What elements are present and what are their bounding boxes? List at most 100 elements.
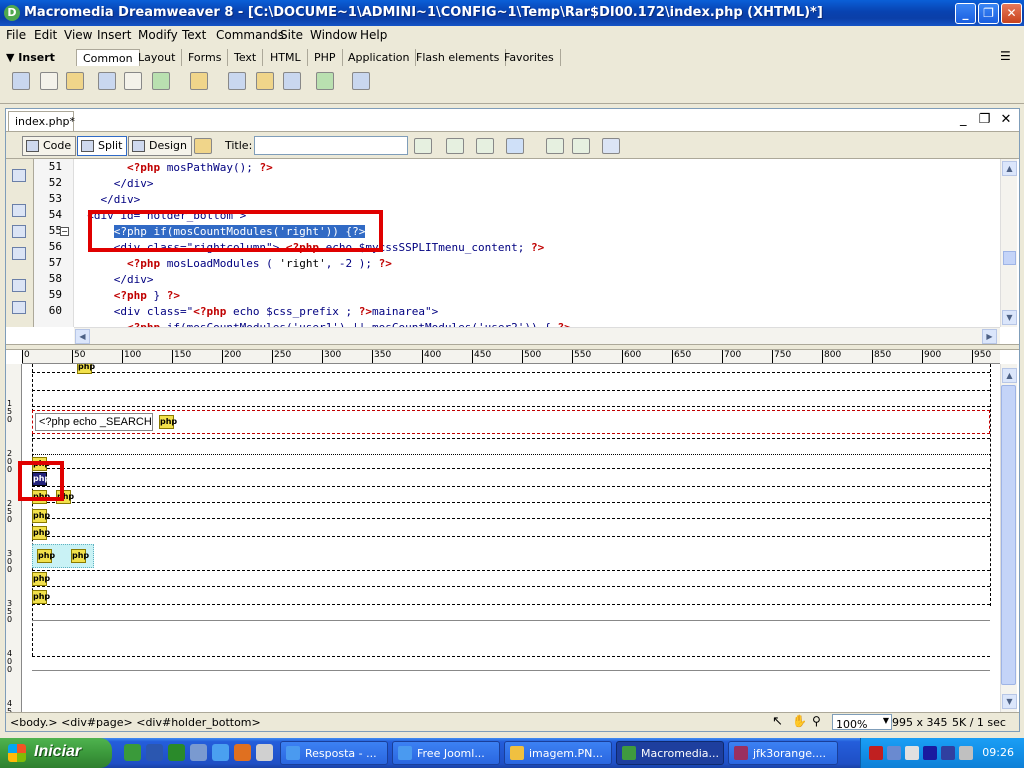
zoom-tool-icon[interactable]: ⚲: [812, 714, 821, 728]
refresh-design-view-icon[interactable]: [476, 138, 494, 154]
tab-text[interactable]: Text: [228, 49, 264, 66]
doc-close-icon[interactable]: ✕: [1000, 112, 1011, 127]
task-imagem[interactable]: imagem.PN...: [504, 741, 612, 765]
menu-view[interactable]: View: [64, 28, 92, 42]
search-input[interactable]: <?php echo _SEARCH: [35, 413, 153, 431]
php-code-icon[interactable]: php: [32, 526, 50, 540]
php-code-icon[interactable]: php: [32, 590, 50, 604]
tab-php[interactable]: PHP: [308, 49, 343, 66]
design-scroll-thumb[interactable]: [1001, 385, 1016, 685]
expand-all-icon[interactable]: [12, 247, 26, 260]
quicklaunch-icon[interactable]: [124, 744, 141, 761]
window-size[interactable]: 995 x 345: [892, 716, 948, 729]
view-options-icon[interactable]: [572, 138, 590, 154]
balance-braces-icon[interactable]: [12, 301, 26, 314]
named-anchor-icon[interactable]: [66, 72, 84, 90]
pointer-tool-icon[interactable]: ↖: [772, 714, 783, 729]
tab-flash-elements[interactable]: Flash elements: [410, 49, 507, 66]
quicklaunch-icon[interactable]: [190, 744, 207, 761]
server-side-include-icon[interactable]: [256, 72, 274, 90]
insert-panel-title[interactable]: ▼ Insert: [6, 51, 55, 64]
media-player-icon[interactable]: [923, 746, 937, 760]
code-horizontal-scrollbar[interactable]: ◀ ▶: [74, 327, 1000, 344]
document-tab[interactable]: index.php*: [8, 111, 75, 131]
php-code-icon[interactable]: php: [77, 364, 95, 374]
minimize-button[interactable]: _: [955, 3, 976, 24]
collapse-toggle-icon[interactable]: −: [60, 227, 69, 236]
open-documents-icon[interactable]: [12, 169, 26, 182]
excel-icon[interactable]: [168, 744, 185, 761]
doc-minimize-icon[interactable]: _: [960, 112, 967, 127]
zoom-select[interactable]: 100% ▼: [832, 714, 892, 731]
restore-button[interactable]: ❐: [978, 3, 999, 24]
search-module-row[interactable]: <?php echo _SEARCH php: [32, 410, 990, 434]
php-code-icon[interactable]: php: [159, 415, 177, 429]
split-view-button[interactable]: Split: [77, 136, 128, 156]
code-vertical-scrollbar[interactable]: ▲ ▼: [1000, 159, 1017, 327]
menu-edit[interactable]: Edit: [34, 28, 57, 42]
dreamweaver-app-icon[interactable]: D: [4, 5, 20, 21]
code-line[interactable]: <?php mosPathWay(); ?>: [74, 160, 273, 176]
task-jfk3orange[interactable]: jfk3orange....: [728, 741, 838, 765]
tab-favorites[interactable]: Favorites: [498, 49, 561, 66]
validate-markup-icon[interactable]: [506, 138, 524, 154]
task-free-joomla[interactable]: Free Jooml...: [392, 741, 500, 765]
hyperlink-icon[interactable]: [12, 72, 30, 90]
live-data-icon[interactable]: [194, 138, 212, 154]
collapse-selection-icon[interactable]: [12, 225, 26, 238]
doc-restore-icon[interactable]: ❐: [979, 112, 991, 127]
scroll-up-icon[interactable]: ▲: [1002, 368, 1017, 383]
scroll-right-icon[interactable]: ▶: [982, 329, 997, 344]
close-button[interactable]: ✕: [1001, 3, 1022, 24]
menu-file[interactable]: File: [6, 28, 26, 42]
php-code-icon[interactable]: php: [32, 509, 50, 523]
php-code-icon[interactable]: php: [71, 549, 89, 563]
task-resposta[interactable]: Resposta - ...: [280, 741, 388, 765]
menu-site[interactable]: Site: [280, 28, 303, 42]
tab-application[interactable]: Application: [342, 49, 417, 66]
design-view-button[interactable]: Design: [128, 136, 192, 156]
menu-modify[interactable]: Modify: [138, 28, 178, 42]
table-icon[interactable]: [98, 72, 116, 90]
tray-icon[interactable]: [941, 746, 955, 760]
hand-tool-icon[interactable]: ✋: [792, 714, 807, 728]
code-line[interactable]: <?php if(mosCountModules('user1') || mos…: [74, 320, 571, 327]
volume-icon[interactable]: [959, 746, 973, 760]
clock[interactable]: 09:26: [982, 746, 1014, 759]
antivirus-icon[interactable]: [869, 746, 883, 760]
code-line[interactable]: <?php } ?>: [74, 288, 180, 304]
menu-window[interactable]: Window: [310, 28, 357, 42]
code-view-button[interactable]: Code: [22, 136, 77, 156]
select-parent-tag-icon[interactable]: [12, 279, 26, 292]
collapse-tag-icon[interactable]: [12, 204, 26, 217]
tab-common[interactable]: Common: [76, 49, 140, 66]
right-column-block[interactable]: php php: [32, 544, 94, 568]
scroll-down-icon[interactable]: ▼: [1002, 310, 1017, 325]
task-macromedia[interactable]: Macromedia...: [616, 741, 724, 765]
tray-icon[interactable]: [905, 746, 919, 760]
code-scroll-thumb[interactable]: [1003, 251, 1016, 265]
preview-in-browser-icon[interactable]: [446, 138, 464, 154]
code-line[interactable]: </div>: [74, 176, 154, 192]
php-code-icon[interactable]: php: [37, 549, 55, 563]
start-button[interactable]: Iniciar: [0, 738, 112, 768]
visual-aids-icon[interactable]: [602, 138, 620, 154]
media-icon[interactable]: [190, 72, 208, 90]
title-input[interactable]: [254, 136, 408, 155]
menu-commands[interactable]: Commands: [216, 28, 284, 42]
code-line[interactable]: </div>: [74, 192, 140, 208]
menu-text[interactable]: Text: [182, 28, 206, 42]
date-icon[interactable]: [228, 72, 246, 90]
file-management-icon[interactable]: [414, 138, 432, 154]
tab-forms[interactable]: Forms: [182, 49, 229, 66]
images-icon[interactable]: [152, 72, 170, 90]
tab-layout[interactable]: Layout: [132, 49, 183, 66]
menu-insert[interactable]: Insert: [97, 28, 131, 42]
scroll-down-icon[interactable]: ▼: [1002, 694, 1017, 709]
quicklaunch-icon[interactable]: [256, 744, 273, 761]
refresh-icon[interactable]: [546, 138, 564, 154]
design-view[interactable]: php <?php echo _SEARCH php php php php p…: [22, 364, 1000, 712]
menu-help[interactable]: Help: [360, 28, 387, 42]
code-line[interactable]: <?php mosLoadModules ( 'right', -2 ); ?>: [74, 256, 392, 272]
scroll-left-icon[interactable]: ◀: [75, 329, 90, 344]
